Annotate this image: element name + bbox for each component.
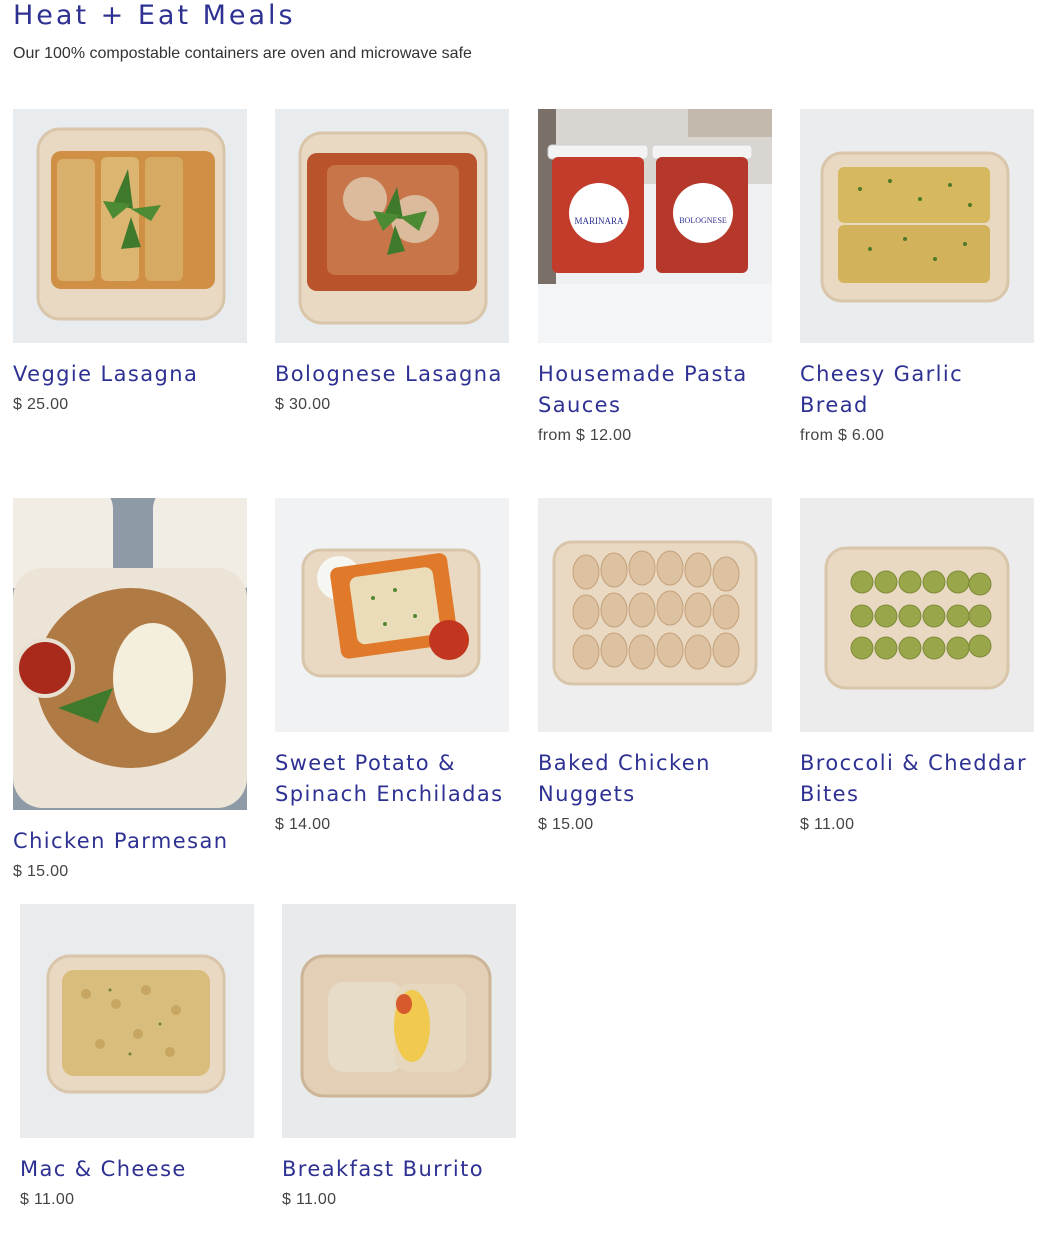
product-price: $ 11.00 bbox=[800, 816, 855, 833]
page-title: Heat + Eat Meals bbox=[13, 0, 296, 31]
bolognese-lasagna-image bbox=[275, 109, 509, 343]
product-card-bolognese-lasagna[interactable]: Bolognese Lasagna $ 30.00 bbox=[275, 109, 509, 414]
marinara-label: MARINARA bbox=[574, 216, 624, 226]
product-price: $ 14.00 bbox=[275, 816, 331, 833]
product-name[interactable]: Sweet Potato & Spinach Enchiladas bbox=[275, 748, 509, 810]
page-subtitle: Our 100% compostable containers are oven… bbox=[13, 45, 472, 62]
product-price: from $ 12.00 bbox=[538, 427, 632, 444]
product-image[interactable] bbox=[13, 498, 247, 810]
bolognese-label: BOLOGNESE bbox=[679, 216, 727, 225]
broccoli-bites-image bbox=[800, 498, 1034, 732]
product-card-enchiladas[interactable]: Sweet Potato & Spinach Enchiladas $ 14.0… bbox=[275, 498, 509, 834]
product-price: from $ 6.00 bbox=[800, 427, 885, 444]
product-name[interactable]: Cheesy Garlic Bread bbox=[800, 359, 1034, 421]
product-card-mac-and-cheese[interactable]: Mac & Cheese $ 11.00 bbox=[20, 904, 254, 1209]
product-image[interactable] bbox=[800, 109, 1034, 343]
product-name[interactable]: Bolognese Lasagna bbox=[275, 359, 509, 390]
product-card-pasta-sauces[interactable]: MARINARA BOLOGNESE Housemade Pasta Sauce… bbox=[538, 109, 772, 445]
product-name[interactable]: Breakfast Burrito bbox=[282, 1154, 516, 1185]
product-image[interactable] bbox=[275, 109, 509, 343]
chicken-parmesan-image bbox=[13, 498, 247, 810]
product-name[interactable]: Housemade Pasta Sauces bbox=[538, 359, 772, 421]
product-price: $ 11.00 bbox=[282, 1191, 337, 1208]
product-price: $ 15.00 bbox=[13, 863, 69, 880]
product-image[interactable] bbox=[275, 498, 509, 732]
product-card-garlic-bread[interactable]: Cheesy Garlic Bread from $ 6.00 bbox=[800, 109, 1034, 445]
product-price: $ 30.00 bbox=[275, 396, 331, 413]
product-image[interactable] bbox=[538, 498, 772, 732]
product-name[interactable]: Broccoli & Cheddar Bites bbox=[800, 748, 1034, 810]
product-card-chicken-nuggets[interactable]: Baked Chicken Nuggets $ 15.00 bbox=[538, 498, 772, 834]
product-name[interactable]: Veggie Lasagna bbox=[13, 359, 247, 390]
product-price: $ 15.00 bbox=[538, 816, 594, 833]
product-image[interactable] bbox=[800, 498, 1034, 732]
product-name[interactable]: Chicken Parmesan bbox=[13, 826, 247, 857]
product-card-chicken-parmesan[interactable]: Chicken Parmesan $ 15.00 bbox=[13, 498, 247, 881]
product-price: $ 25.00 bbox=[13, 396, 69, 413]
garlic-bread-image bbox=[800, 109, 1034, 343]
product-image[interactable] bbox=[20, 904, 254, 1138]
enchiladas-image bbox=[275, 498, 509, 732]
product-image[interactable]: MARINARA BOLOGNESE bbox=[538, 109, 772, 343]
breakfast-burrito-image bbox=[282, 904, 516, 1138]
product-image[interactable] bbox=[282, 904, 516, 1138]
product-image[interactable] bbox=[13, 109, 247, 343]
veggie-lasagna-image bbox=[13, 109, 247, 343]
mac-and-cheese-image bbox=[20, 904, 254, 1138]
product-card-veggie-lasagna[interactable]: Veggie Lasagna $ 25.00 bbox=[13, 109, 247, 414]
product-name[interactable]: Mac & Cheese bbox=[20, 1154, 254, 1185]
pasta-sauces-image bbox=[538, 109, 772, 343]
product-card-broccoli-bites[interactable]: Broccoli & Cheddar Bites $ 11.00 bbox=[800, 498, 1034, 834]
product-price: $ 11.00 bbox=[20, 1191, 75, 1208]
product-name[interactable]: Baked Chicken Nuggets bbox=[538, 748, 772, 810]
product-card-breakfast-burrito[interactable]: Breakfast Burrito $ 11.00 bbox=[282, 904, 516, 1209]
chicken-nuggets-image bbox=[538, 498, 772, 732]
